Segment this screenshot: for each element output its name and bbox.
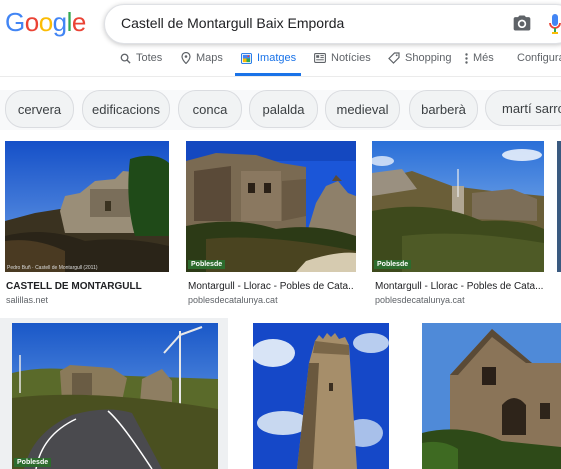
chip-medieval[interactable]: medieval	[325, 90, 400, 128]
more-vert-icon	[465, 52, 468, 64]
image-watermark: Poblesde	[14, 458, 52, 467]
chip-conca[interactable]: conca	[178, 90, 242, 128]
result-image[interactable]: Poblesde	[186, 141, 356, 272]
suggestion-chips: cervera edificacions conca palalda medie…	[0, 90, 561, 130]
tab-label: Notícies	[331, 52, 371, 64]
tab-label: Més	[473, 52, 494, 64]
chip-edificacions[interactable]: edificacions	[82, 90, 170, 128]
camera-icon[interactable]	[512, 13, 532, 33]
tab-all[interactable]: Totes	[120, 52, 162, 64]
result-title[interactable]: Montargull - Llorac - Pobles de Cata...	[188, 281, 354, 292]
result-image[interactable]: Pedro Buñ · Castell de Montargull (2011)	[5, 141, 169, 272]
chip-palalda[interactable]: palalda	[249, 90, 318, 128]
image-watermark: Poblesde	[188, 260, 226, 269]
tab-maps[interactable]: Maps	[181, 52, 223, 64]
castle-ruin-photo: Pedro Buñ · Castell de Montargull (2011)	[5, 141, 169, 272]
tab-news[interactable]: Notícies	[314, 52, 371, 64]
tag-icon	[388, 52, 400, 64]
result-image[interactable]: Poblesde	[372, 141, 544, 272]
village-ruins-photo	[186, 141, 356, 272]
chip-barbera[interactable]: barberà	[409, 90, 478, 128]
logo-letter: G	[5, 7, 25, 37]
tab-more[interactable]: Més	[465, 52, 494, 64]
tab-images[interactable]: Imatges	[241, 52, 296, 64]
tab-settings[interactable]: Configura	[517, 52, 561, 64]
stone-house-photo	[422, 323, 561, 469]
chip-marti-sarroca[interactable]: martí sarroca	[485, 90, 561, 126]
result-source[interactable]: poblesdecatalunya.cat	[375, 295, 465, 305]
active-tab-indicator	[235, 73, 301, 76]
result-image[interactable]	[557, 141, 561, 272]
tower-photo	[253, 323, 389, 469]
search-input[interactable]: Castell de Montargull Baix Emporda	[121, 15, 344, 31]
newspaper-icon	[314, 53, 326, 63]
tab-label: Maps	[196, 52, 223, 64]
road-castle-photo	[12, 323, 218, 469]
result-title[interactable]: Montargull - Llorac - Pobles de Cata...	[375, 281, 543, 292]
tab-shopping[interactable]: Shopping	[388, 52, 452, 64]
logo-letter: o	[24, 7, 39, 37]
search-box[interactable]: Castell de Montargull Baix Emporda	[104, 4, 561, 44]
result-image[interactable]	[253, 323, 389, 469]
logo-letter: o	[38, 7, 53, 37]
mic-icon[interactable]	[548, 13, 561, 35]
result-source[interactable]: poblesdecatalunya.cat	[188, 295, 278, 305]
result-image[interactable]	[422, 323, 561, 469]
chip-cervera[interactable]: cervera	[5, 90, 74, 128]
google-logo[interactable]: Google	[5, 7, 86, 38]
tab-label: Shopping	[405, 52, 452, 64]
result-source[interactable]: salillas.net	[6, 295, 48, 305]
hillside-ruins-photo	[372, 141, 544, 272]
tab-label: Imatges	[257, 52, 297, 64]
tab-label: Configura	[517, 52, 561, 64]
result-title[interactable]: CASTELL DE MONTARGULL	[6, 281, 170, 292]
image-watermark: Pedro Buñ · Castell de Montargull (2011)	[7, 265, 98, 271]
result-image[interactable]: Poblesde	[12, 323, 218, 469]
image-icon	[241, 52, 252, 64]
image-watermark: Poblesde	[374, 260, 412, 269]
search-icon	[120, 53, 131, 64]
logo-letter: g	[52, 7, 67, 37]
tab-label: Totes	[136, 52, 163, 64]
logo-letter: e	[71, 7, 86, 37]
map-pin-icon	[181, 52, 191, 64]
